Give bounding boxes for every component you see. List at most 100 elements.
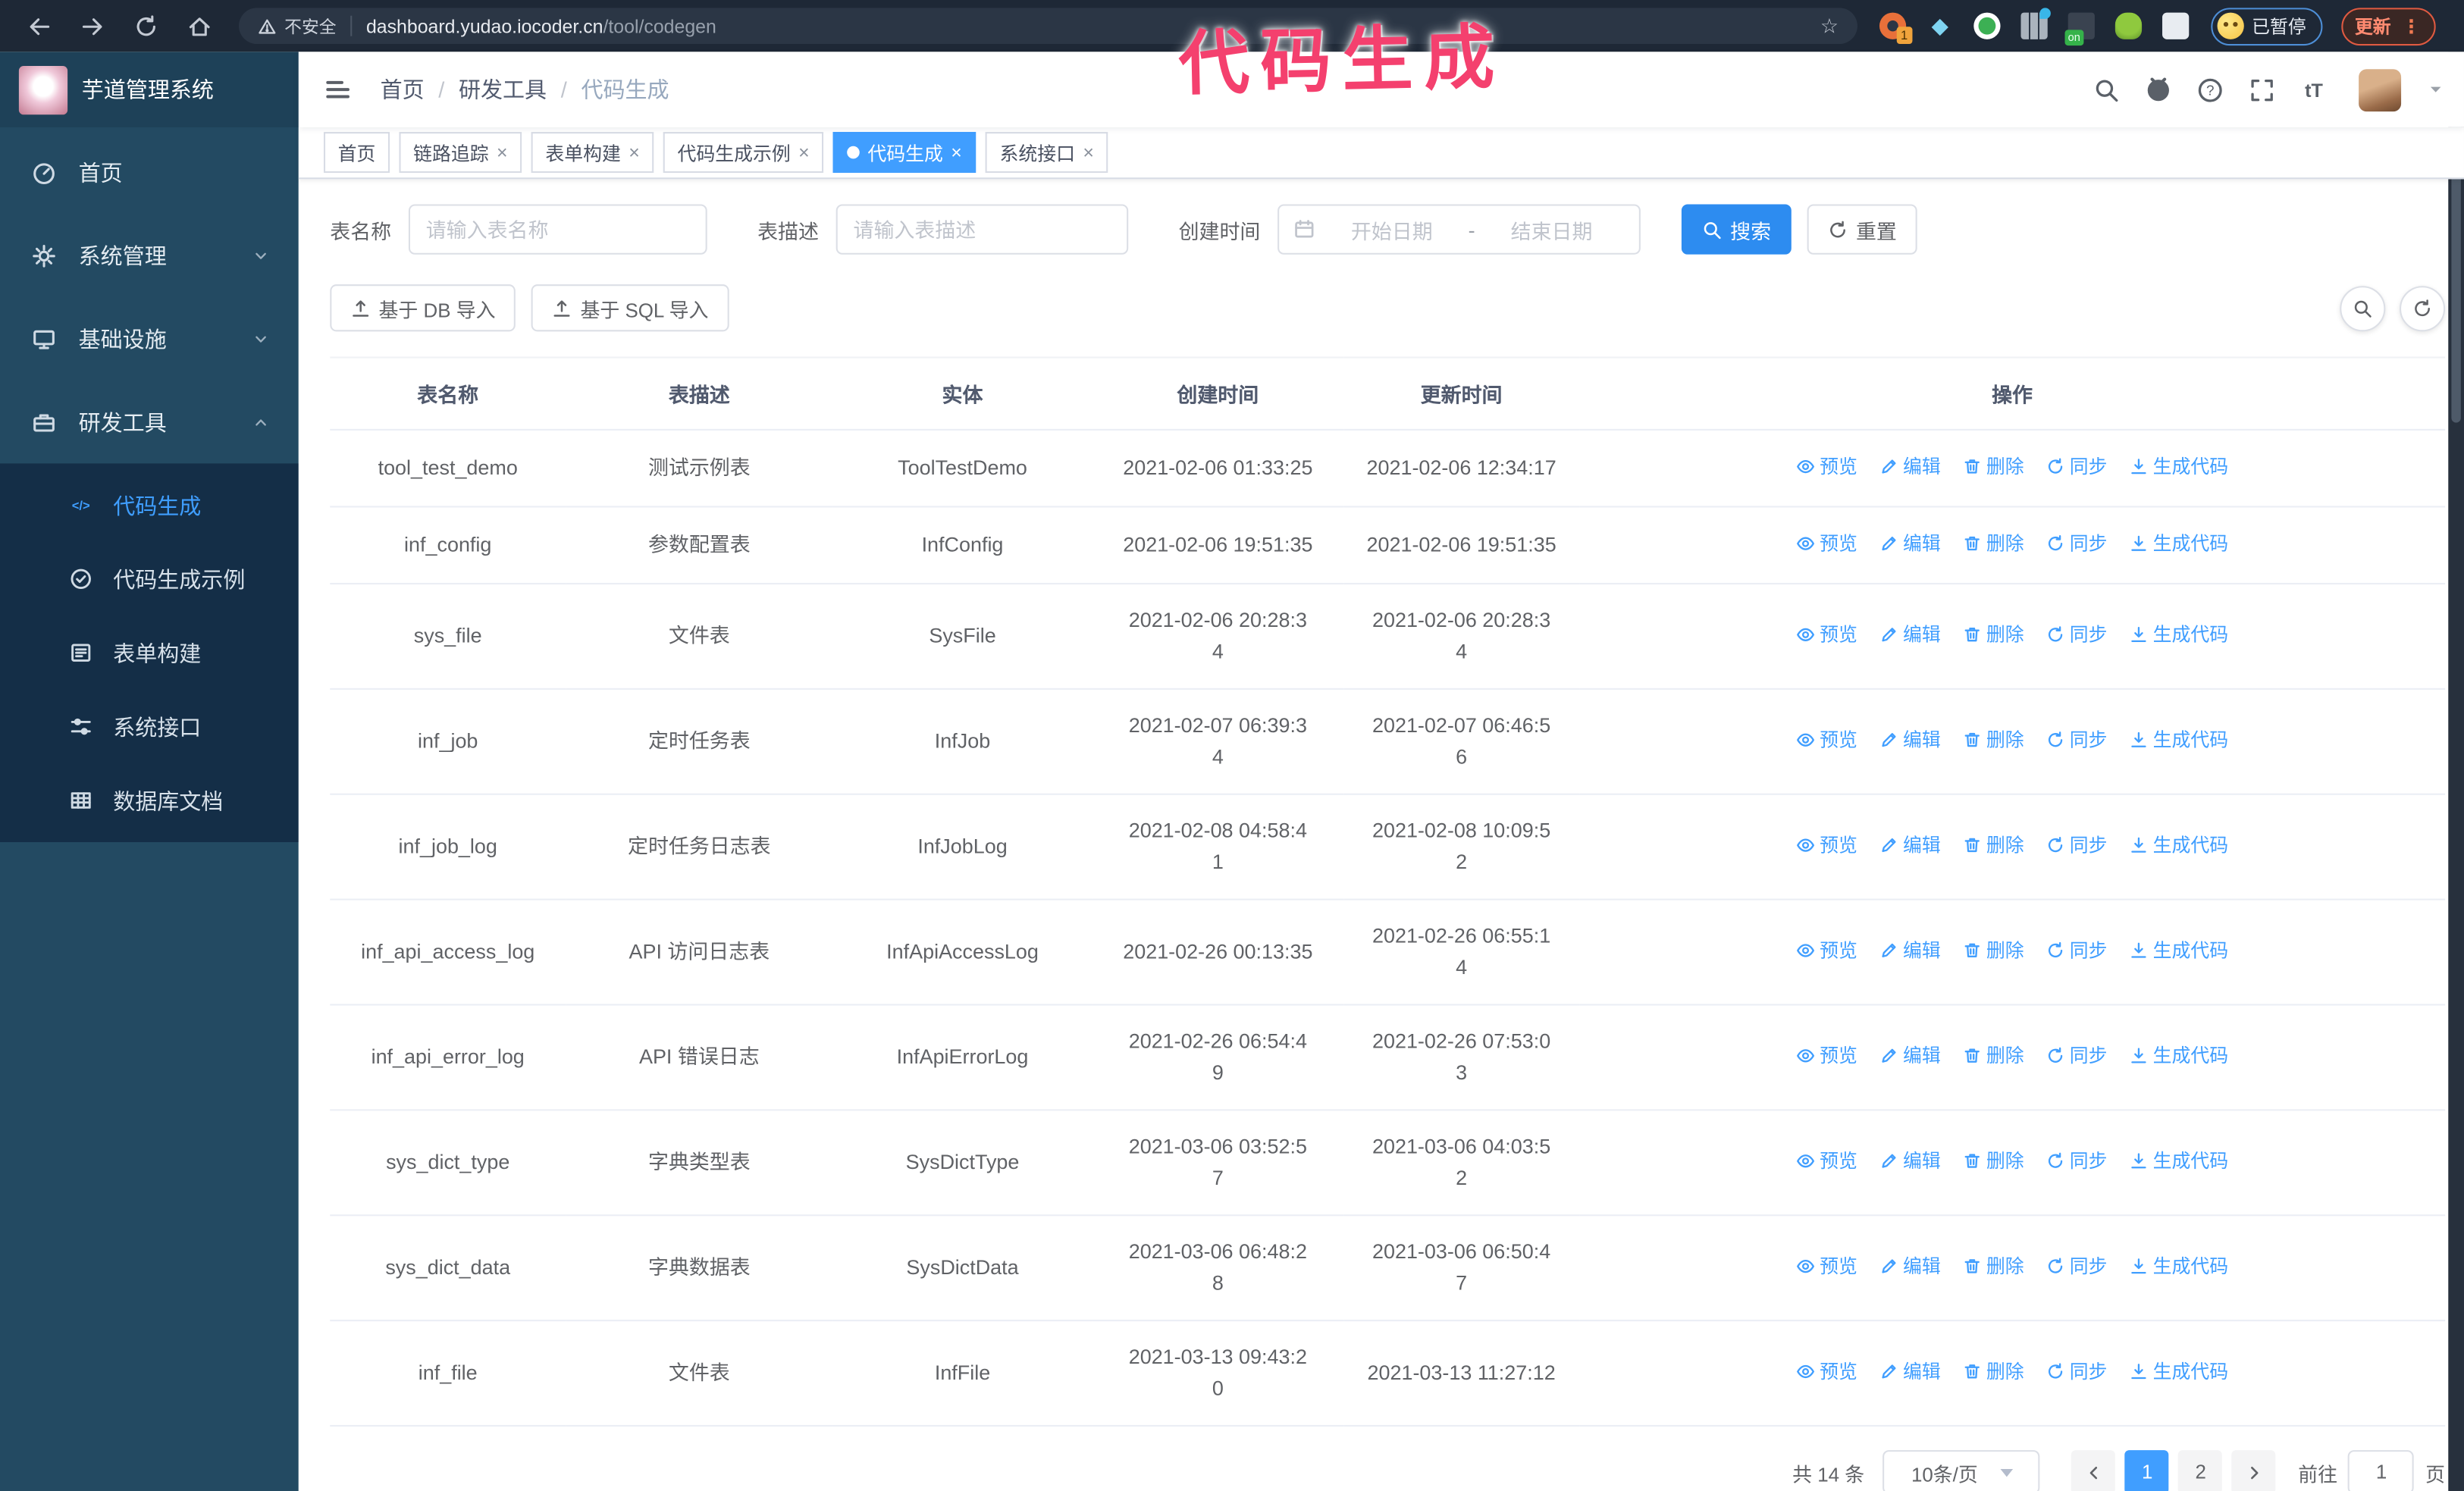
action-sync-link[interactable]: 同步 bbox=[2046, 528, 2108, 559]
browser-url-bar[interactable]: 不安全 dashboard.yudao.iocoder.cn/tool/code… bbox=[239, 8, 1857, 45]
action-edit-link[interactable]: 编辑 bbox=[1879, 725, 1941, 756]
sidebar-item-3[interactable]: 研发工具 bbox=[0, 381, 299, 464]
end-date-placeholder[interactable]: 结束日期 bbox=[1478, 215, 1625, 244]
tab-3[interactable]: 代码生成示例 × bbox=[663, 132, 824, 173]
sidebar-subitem-1[interactable]: 代码生成示例 bbox=[0, 542, 299, 616]
action-trash-link[interactable]: 删除 bbox=[1963, 1145, 2024, 1176]
action-eye-link[interactable]: 预览 bbox=[1796, 829, 1857, 860]
tab-close-icon[interactable]: × bbox=[497, 143, 508, 162]
action-sync-link[interactable]: 同步 bbox=[2046, 829, 2108, 860]
action-edit-link[interactable]: 编辑 bbox=[1879, 528, 1941, 559]
action-trash-link[interactable]: 删除 bbox=[1963, 1356, 2024, 1387]
import-sql-button[interactable]: 基于 SQL 导入 bbox=[531, 284, 729, 332]
chrome-update-button[interactable]: 更新 ⋮ bbox=[2340, 7, 2435, 45]
action-trash-link[interactable]: 删除 bbox=[1963, 451, 2024, 482]
profile-paused-chip[interactable]: 已暂停 bbox=[2211, 7, 2322, 45]
user-avatar[interactable] bbox=[2359, 68, 2402, 111]
action-trash-link[interactable]: 删除 bbox=[1963, 1040, 2024, 1071]
action-eye-link[interactable]: 预览 bbox=[1796, 1040, 1857, 1071]
action-trash-link[interactable]: 删除 bbox=[1963, 619, 2024, 650]
action-download-link[interactable]: 生成代码 bbox=[2130, 1251, 2228, 1282]
action-sync-link[interactable]: 同步 bbox=[2046, 619, 2108, 650]
browser-reload-icon[interactable] bbox=[133, 14, 158, 39]
page-button-2[interactable]: 2 bbox=[2178, 1450, 2223, 1491]
action-sync-link[interactable]: 同步 bbox=[2046, 1251, 2108, 1282]
github-icon[interactable] bbox=[2145, 77, 2171, 103]
help-icon[interactable]: ? bbox=[2197, 77, 2224, 103]
action-sync-link[interactable]: 同步 bbox=[2046, 451, 2108, 482]
browser-back-icon[interactable] bbox=[27, 14, 52, 39]
breadcrumb-home[interactable]: 首页 bbox=[381, 74, 425, 105]
action-sync-link[interactable]: 同步 bbox=[2046, 1040, 2108, 1071]
browser-scrollbar[interactable] bbox=[2448, 52, 2464, 1491]
action-edit-link[interactable]: 编辑 bbox=[1879, 1356, 1941, 1387]
bookmark-star-icon[interactable]: ☆ bbox=[1820, 16, 1839, 36]
table-desc-input[interactable] bbox=[835, 204, 1129, 255]
page-size-select[interactable]: 10条/页 bbox=[1883, 1450, 2041, 1491]
refresh-table-button[interactable] bbox=[2400, 285, 2446, 331]
action-edit-link[interactable]: 编辑 bbox=[1879, 1040, 1941, 1071]
page-button-1[interactable]: 1 bbox=[2125, 1450, 2170, 1491]
browser-forward-icon[interactable] bbox=[80, 14, 105, 39]
font-size-icon[interactable]: tT bbox=[2300, 77, 2327, 103]
action-download-link[interactable]: 生成代码 bbox=[2130, 528, 2228, 559]
browser-home-icon[interactable] bbox=[187, 14, 212, 39]
chrome-menu-icon[interactable]: ⋮ bbox=[2402, 15, 2421, 37]
action-download-link[interactable]: 生成代码 bbox=[2130, 1040, 2228, 1071]
action-edit-link[interactable]: 编辑 bbox=[1879, 1145, 1941, 1176]
sidebar-item-1[interactable]: 系统管理 bbox=[0, 214, 299, 297]
tab-close-icon[interactable]: × bbox=[798, 143, 810, 162]
action-sync-link[interactable]: 同步 bbox=[2046, 1145, 2108, 1176]
sidebar-subitem-4[interactable]: 数据库文档 bbox=[0, 763, 299, 837]
tab-2[interactable]: 表单构建 × bbox=[531, 132, 654, 173]
sidebar-subitem-3[interactable]: 系统接口 bbox=[0, 690, 299, 763]
tab-1[interactable]: 链路追踪 × bbox=[399, 132, 522, 173]
action-eye-link[interactable]: 预览 bbox=[1796, 1145, 1857, 1176]
action-download-link[interactable]: 生成代码 bbox=[2130, 619, 2228, 650]
extension-icon-1[interactable]: 1 bbox=[1879, 12, 1913, 45]
sidebar-item-2[interactable]: 基础设施 bbox=[0, 297, 299, 381]
action-edit-link[interactable]: 编辑 bbox=[1879, 1251, 1941, 1282]
tab-5[interactable]: 系统接口 × bbox=[985, 132, 1108, 173]
action-sync-link[interactable]: 同步 bbox=[2046, 725, 2108, 756]
sidebar-subitem-0[interactable]: </> 代码生成 bbox=[0, 468, 299, 542]
breadcrumb-tools[interactable]: 研发工具 bbox=[459, 74, 547, 105]
action-download-link[interactable]: 生成代码 bbox=[2130, 935, 2228, 966]
extension-icon-2[interactable]: ◆ bbox=[1926, 13, 1953, 39]
sidebar-subitem-2[interactable]: 表单构建 bbox=[0, 616, 299, 689]
action-edit-link[interactable]: 编辑 bbox=[1879, 619, 1941, 650]
action-eye-link[interactable]: 预览 bbox=[1796, 1356, 1857, 1387]
table-name-input[interactable] bbox=[408, 204, 707, 255]
action-eye-link[interactable]: 预览 bbox=[1796, 528, 1857, 559]
action-download-link[interactable]: 生成代码 bbox=[2130, 451, 2228, 482]
action-trash-link[interactable]: 删除 bbox=[1963, 829, 2024, 860]
tab-4[interactable]: 代码生成 × bbox=[832, 132, 977, 173]
tab-0[interactable]: 首页 bbox=[323, 132, 390, 173]
action-download-link[interactable]: 生成代码 bbox=[2130, 1356, 2228, 1387]
extension-icon-3[interactable] bbox=[1973, 12, 2001, 39]
fullscreen-icon[interactable] bbox=[2249, 77, 2275, 103]
action-sync-link[interactable]: 同步 bbox=[2046, 935, 2108, 966]
action-eye-link[interactable]: 预览 bbox=[1796, 935, 1857, 966]
sidebar-item-0[interactable]: 首页 bbox=[0, 130, 299, 214]
action-trash-link[interactable]: 删除 bbox=[1963, 725, 2024, 756]
create-time-range-picker[interactable]: 开始日期 - 结束日期 bbox=[1277, 204, 1641, 255]
action-edit-link[interactable]: 编辑 bbox=[1879, 451, 1941, 482]
action-eye-link[interactable]: 预览 bbox=[1796, 619, 1857, 650]
extension-icon-4[interactable] bbox=[2020, 8, 2051, 39]
action-trash-link[interactable]: 删除 bbox=[1963, 935, 2024, 966]
action-download-link[interactable]: 生成代码 bbox=[2130, 725, 2228, 756]
user-caret-down-icon[interactable] bbox=[2426, 80, 2445, 99]
tab-close-icon[interactable]: × bbox=[629, 143, 640, 162]
tab-close-icon[interactable]: × bbox=[1083, 143, 1094, 162]
action-trash-link[interactable]: 删除 bbox=[1963, 1251, 2024, 1282]
action-download-link[interactable]: 生成代码 bbox=[2130, 829, 2228, 860]
action-sync-link[interactable]: 同步 bbox=[2046, 1356, 2108, 1387]
extensions-puzzle-icon[interactable] bbox=[2162, 12, 2190, 39]
prev-page-button[interactable] bbox=[2071, 1450, 2116, 1491]
action-edit-link[interactable]: 编辑 bbox=[1879, 829, 1941, 860]
toggle-search-button[interactable] bbox=[2340, 285, 2386, 331]
action-edit-link[interactable]: 编辑 bbox=[1879, 935, 1941, 966]
action-download-link[interactable]: 生成代码 bbox=[2130, 1145, 2228, 1176]
hamburger-icon[interactable] bbox=[324, 75, 352, 103]
